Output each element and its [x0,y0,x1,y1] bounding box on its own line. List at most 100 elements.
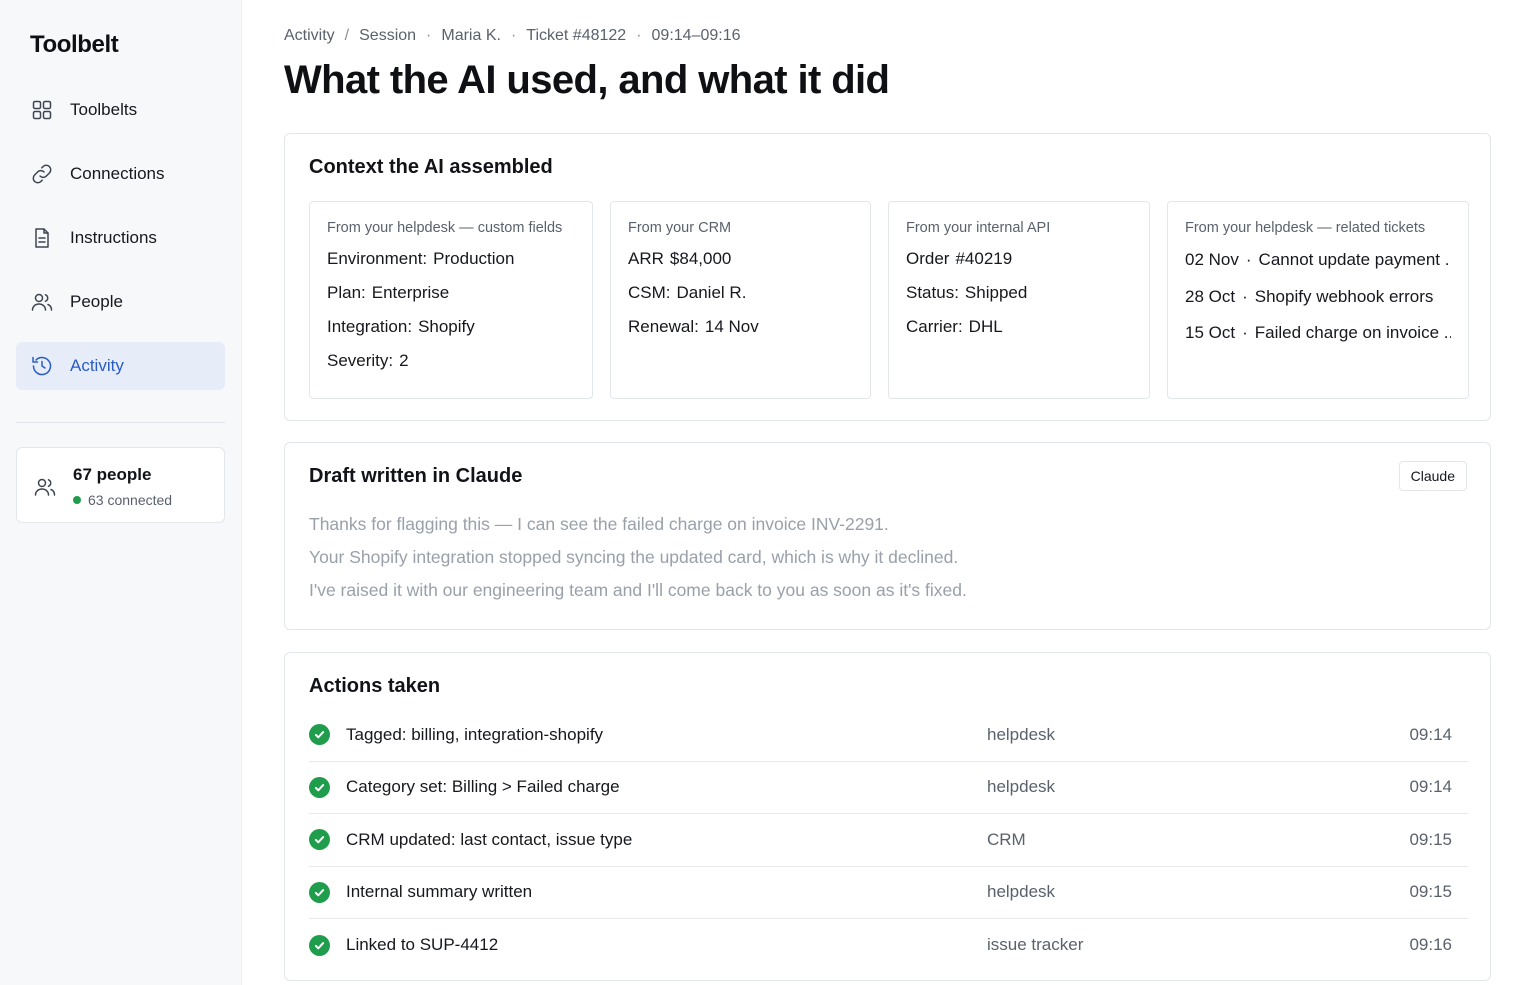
context-title: Context the AI assembled [309,156,553,178]
action-row[interactable]: CRM updated: last contact, issue type CR… [309,814,1468,867]
sidebar-item-label: Instructions [70,228,157,247]
field-key: Carrier: [906,317,963,336]
field-value: Daniel R. [676,283,747,302]
context-source-crm: From your CRM ARR $84,000 CSM: Daniel R. R… [610,201,871,399]
people-summary-card[interactable]: 67 people 63 connected [16,447,225,523]
field-key: Order [906,249,950,268]
draft-body: Thanks for flagging this — I can see the… [309,508,967,607]
field-value: Production [433,249,515,268]
context-field: ARR $84,000 [628,242,853,276]
draft-title: Draft written in Claude [309,465,523,487]
action-row[interactable]: Linked to SUP-4412 issue tracker 09:16 [309,919,1468,972]
ticket-date: 28 Oct [1185,286,1236,306]
sidebar-item-activity[interactable]: Activity [16,342,225,390]
field-key: Status: [906,283,959,302]
actions-list: Tagged: billing, integration-shopify hel… [309,709,1468,972]
check-circle-icon [309,881,330,903]
draft-line: Your Shopify integration stopped syncing… [309,547,959,567]
ticket-date: 15 Oct [1185,323,1236,342]
draft-card: Draft written in Claude Claude Thanks fo… [284,442,1491,630]
connected-count: 63 connected [88,492,173,508]
action-time: 09:15 [1409,829,1452,849]
document-icon [30,226,54,250]
context-source-label: From your CRM [628,220,732,236]
breadcrumb-session[interactable]: Session [359,27,416,45]
action-row[interactable]: Category set: Billing > Failed charge he… [309,762,1468,814]
related-ticket-link[interactable]: 28 Oct · Shopify webhook errors [1185,279,1451,316]
ticket-title: Shopify webhook errors [1254,286,1434,306]
action-time: 09:15 [1409,882,1452,902]
sidebar: Toolbelt Toolbelts Connections Instructi… [0,0,242,985]
breadcrumb-time-range: 09:14–09:16 [651,27,741,44]
context-field: Carrier: DHL [906,310,1132,344]
ticket-separator: · [1242,286,1248,306]
actions-title: Actions taken [309,675,441,697]
action-text: CRM updated: last contact, issue type [346,829,633,849]
related-tickets-list: 02 Nov · Cannot update payment ... 28 Oct ·… [1185,242,1451,352]
action-source: CRM [987,829,1026,849]
breadcrumb-ticket: Ticket #48122 [526,27,627,44]
breadcrumb-separator: / [344,27,350,44]
people-icon [33,475,57,499]
breadcrumb-separator: · [510,27,517,44]
ticket-title: Failed charge on invoice ... [1254,323,1451,342]
context-field: Renewal: 14 Nov [628,310,853,344]
field-key: Environment: [327,249,428,268]
people-count: 67 people [73,465,152,484]
action-text: Linked to SUP-4412 [346,935,499,955]
breadcrumb-user: Maria K. [441,27,501,44]
check-circle-icon [309,829,330,851]
action-text: Category set: Billing > Failed charge [346,777,620,797]
field-value: 2 [399,351,409,370]
action-time: 09:14 [1409,724,1452,744]
status-dot-icon [73,496,81,504]
context-source-internal-api: From your internal API Order #40219 Statu… [888,201,1150,399]
action-source: helpdesk [987,724,1056,744]
context-fields: ARR $84,000 CSM: Daniel R. Renewal: 14 Nov [628,242,853,344]
context-fields: Order #40219 Status: Shipped Carrier: DHL [906,242,1132,344]
sidebar-item-connections[interactable]: Connections [16,150,225,198]
actions-card: Actions taken Tagged: billing, integrati… [284,652,1491,981]
context-field: Status: Shipped [906,276,1132,310]
breadcrumb-activity[interactable]: Activity [284,27,335,45]
related-ticket-link[interactable]: 02 Nov · Cannot update payment ... [1185,242,1451,279]
sidebar-item-toolbelts[interactable]: Toolbelts [16,86,225,134]
draft-line: I've raised it with our engineering team… [309,580,967,600]
connected-status: 63 connected [73,492,172,508]
field-value: #40219 [955,249,1013,268]
action-text: Internal summary written [346,882,533,902]
action-row[interactable]: Tagged: billing, integration-shopify hel… [309,709,1468,762]
field-value: Shipped [964,283,1028,302]
sidebar-item-instructions[interactable]: Instructions [16,214,225,262]
model-badge[interactable]: Claude [1398,461,1467,491]
history-icon [30,354,54,378]
context-fields: Environment: Production Plan: Enterprise I… [327,242,575,378]
field-value: 14 Nov [704,317,759,336]
sidebar-item-label: Activity [70,356,124,375]
field-key: CSM: [628,283,671,302]
check-circle-icon [309,724,330,746]
grid-icon [30,98,54,122]
field-value: $84,000 [669,249,732,268]
context-source-helpdesk-fields: From your helpdesk — custom fields Envir… [309,201,593,399]
action-time: 09:14 [1409,777,1452,797]
field-key: Renewal: [628,317,699,336]
field-key: Integration: [327,317,413,336]
action-row[interactable]: Internal summary written helpdesk 09:15 [309,867,1468,919]
people-icon [30,290,54,314]
app-logo[interactable]: Toolbelt [30,31,119,59]
sidebar-item-people[interactable]: People [16,278,225,326]
check-circle-icon [309,934,330,956]
field-value: Enterprise [371,283,450,302]
context-field: Integration: Shopify [327,310,575,344]
context-field: Order #40219 [906,242,1132,276]
field-key: ARR [628,249,664,268]
breadcrumb: Activity / Session · Maria K. · Ticket #… [284,27,741,45]
sidebar-item-label: Toolbelts [70,100,138,119]
related-ticket-link[interactable]: 15 Oct · Failed charge on invoice ... [1185,315,1451,352]
action-time: 09:16 [1409,935,1452,955]
action-source: helpdesk [987,882,1056,902]
page-title: What the AI used, and what it did [284,58,890,102]
field-value: Shopify [418,317,475,336]
sidebar-item-label: People [70,292,123,311]
